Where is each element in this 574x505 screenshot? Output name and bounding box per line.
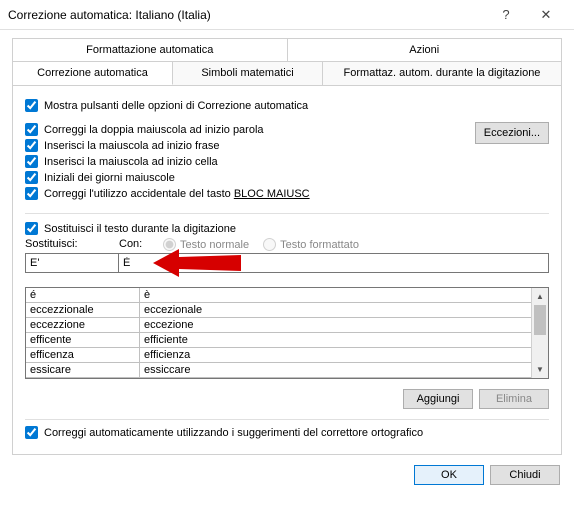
table-cell-from: é (26, 288, 140, 302)
show-buttons-checkbox[interactable] (25, 99, 38, 112)
tab-format-typing[interactable]: Formattaz. autom. durante la digitazione (323, 62, 561, 85)
exceptions-button[interactable]: Eccezioni... (475, 122, 549, 144)
tab-panel-autocorrect: Mostra pulsanti delle opzioni di Correzi… (12, 86, 562, 455)
formatted-text-radio-wrap: Testo formattato (263, 238, 359, 251)
tabs-row-primary: Correzione automatica Simboli matematici… (12, 61, 562, 86)
autocorrect-table-body[interactable]: éèeccezzionaleeccezionaleeccezzioneeccez… (26, 288, 531, 378)
scroll-track[interactable] (532, 305, 548, 361)
caps-lock-label: Correggi l'utilizzo accidentale del tast… (44, 188, 310, 200)
titlebar: Correzione automatica: Italiano (Italia)… (0, 0, 574, 30)
table-cell-from: efficente (26, 333, 140, 347)
tab-auto-formatting[interactable]: Formattazione automatica (13, 39, 288, 61)
table-scrollbar[interactable]: ▲ ▼ (531, 288, 548, 378)
formatted-text-radio (263, 238, 276, 251)
delete-button: Elimina (479, 389, 549, 409)
table-cell-to: eccezionale (140, 303, 531, 317)
close-button[interactable]: ✕ (526, 1, 566, 29)
plain-text-radio-label: Testo normale (180, 239, 249, 251)
replace-input[interactable] (25, 253, 119, 273)
dialog-footer: OK Chiudi (0, 455, 574, 495)
table-cell-from: efficenza (26, 348, 140, 362)
tab-math-symbols[interactable]: Simboli matematici (173, 62, 323, 85)
capitalize-cell-checkbox[interactable] (25, 155, 38, 168)
help-button[interactable]: ? (486, 1, 526, 29)
table-cell-to: è (140, 288, 531, 302)
tab-autocorrect[interactable]: Correzione automatica (13, 62, 173, 85)
table-cell-to: essiccare (140, 363, 531, 377)
window-title: Correzione automatica: Italiano (Italia) (8, 8, 486, 22)
show-buttons-label: Mostra pulsanti delle opzioni di Correzi… (44, 100, 308, 112)
table-row[interactable]: essicareessiccare (26, 363, 531, 378)
scroll-up-button[interactable]: ▲ (532, 288, 548, 305)
table-row[interactable]: eccezzioneeccezione (26, 318, 531, 333)
caps-lock-checkbox[interactable] (25, 187, 38, 200)
auto-suggest-checkbox[interactable] (25, 426, 38, 439)
two-initial-caps-label: Correggi la doppia maiuscola ad inizio p… (44, 124, 264, 136)
table-cell-from: eccezzionale (26, 303, 140, 317)
table-cell-from: essicare (26, 363, 140, 377)
autocorrect-table: éèeccezzionaleeccezionaleeccezzioneeccez… (25, 287, 549, 379)
add-button[interactable]: Aggiungi (403, 389, 473, 409)
close-dialog-button[interactable]: Chiudi (490, 465, 560, 485)
plain-text-radio-wrap: Testo normale (163, 238, 249, 251)
scroll-thumb[interactable] (534, 305, 546, 335)
with-column-header: Con: (119, 238, 163, 251)
table-row[interactable]: efficenteefficiente (26, 333, 531, 348)
with-input[interactable] (118, 253, 549, 273)
scroll-down-button[interactable]: ▼ (532, 361, 548, 378)
table-row[interactable]: efficenzaefficienza (26, 348, 531, 363)
auto-suggest-label: Correggi automaticamente utilizzando i s… (44, 427, 423, 439)
plain-text-radio (163, 238, 176, 251)
table-cell-to: eccezione (140, 318, 531, 332)
capitalize-sentence-checkbox[interactable] (25, 139, 38, 152)
replace-while-typing-label: Sostituisci il testo durante la digitazi… (44, 223, 236, 235)
capitalize-days-checkbox[interactable] (25, 171, 38, 184)
replace-while-typing-checkbox[interactable] (25, 222, 38, 235)
capitalize-cell-label: Inserisci la maiuscola ad inizio cella (44, 156, 218, 168)
tab-actions[interactable]: Azioni (288, 39, 562, 61)
two-initial-caps-checkbox[interactable] (25, 123, 38, 136)
replace-column-header: Sostituisci: (25, 238, 119, 251)
tabs-row-secondary: Formattazione automatica Azioni (12, 38, 562, 61)
table-cell-from: eccezzione (26, 318, 140, 332)
table-row[interactable]: éè (26, 288, 531, 303)
table-row[interactable]: eccezzionaleeccezionale (26, 303, 531, 318)
table-cell-to: efficiente (140, 333, 531, 347)
capitalize-days-label: Iniziali dei giorni maiuscole (44, 172, 175, 184)
formatted-text-radio-label: Testo formattato (280, 239, 359, 251)
table-cell-to: efficienza (140, 348, 531, 362)
capitalize-sentence-label: Inserisci la maiuscola ad inizio frase (44, 140, 219, 152)
ok-button[interactable]: OK (414, 465, 484, 485)
